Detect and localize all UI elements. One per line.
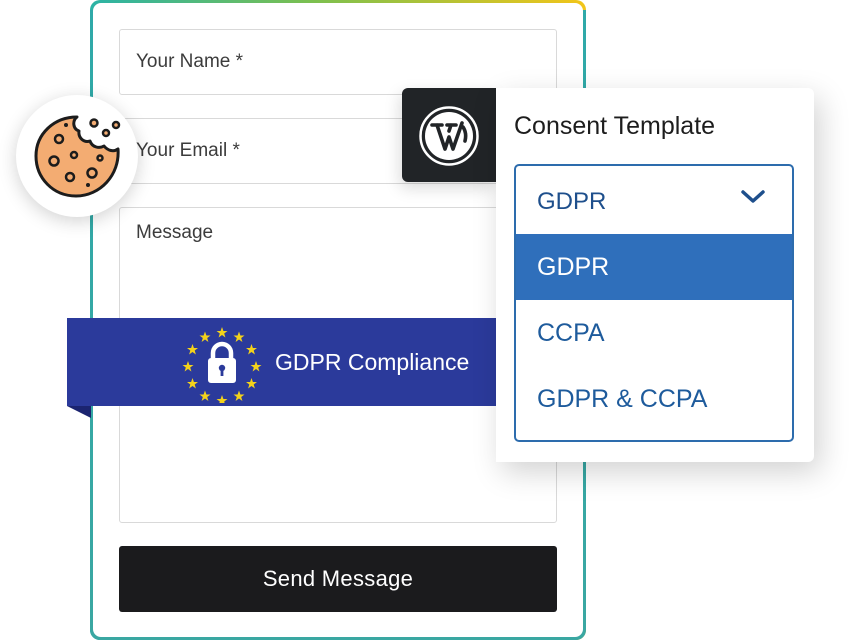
option-ccpa[interactable]: CCPA bbox=[516, 300, 792, 366]
option-gdpr-ccpa[interactable]: GDPR & CCPA bbox=[516, 366, 792, 432]
wordpress-icon bbox=[419, 106, 479, 166]
eu-stars-icon bbox=[182, 327, 262, 403]
wordpress-tab bbox=[402, 88, 496, 182]
cookie-badge bbox=[16, 95, 138, 217]
name-field[interactable]: Your Name * bbox=[119, 29, 557, 95]
consent-template-panel: Consent Template GDPR GDPR CCPA GDPR & C… bbox=[496, 88, 814, 462]
chevron-down-icon[interactable] bbox=[740, 188, 766, 206]
gdpr-ribbon: GDPR Compliance bbox=[67, 318, 499, 406]
consent-template-select[interactable]: GDPR GDPR CCPA GDPR & CCPA bbox=[514, 164, 794, 442]
ribbon-fold bbox=[67, 406, 91, 418]
option-gdpr[interactable]: GDPR bbox=[516, 234, 792, 300]
send-message-button[interactable]: Send Message bbox=[119, 546, 557, 612]
padlock-icon bbox=[208, 341, 236, 383]
gdpr-compliance-label: GDPR Compliance bbox=[275, 349, 470, 375]
panel-title: Consent Template bbox=[514, 112, 716, 140]
cookie-icon bbox=[34, 115, 121, 198]
